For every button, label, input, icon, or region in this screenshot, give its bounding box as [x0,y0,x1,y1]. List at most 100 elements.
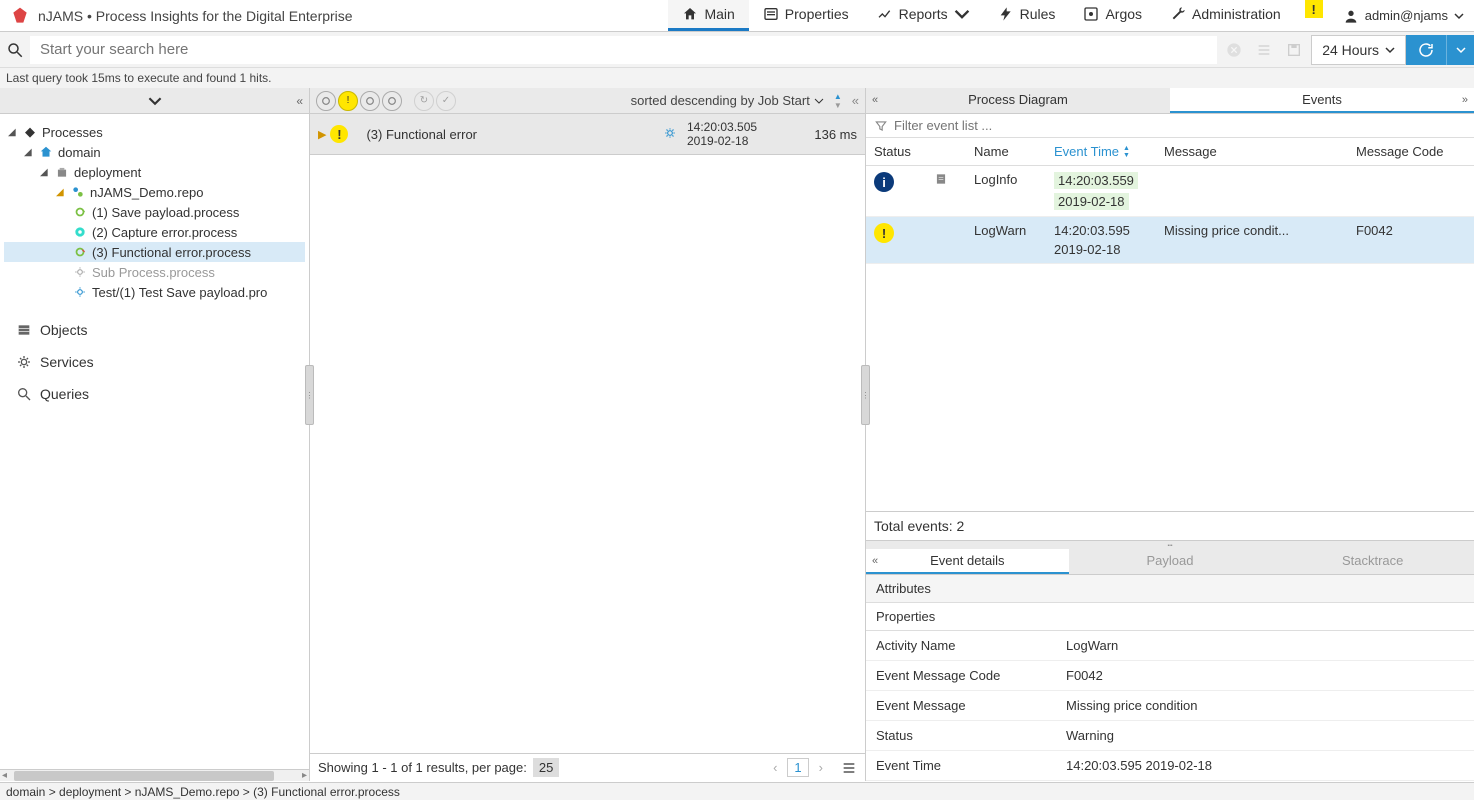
objects-icon [16,322,32,338]
search-icon [16,386,32,402]
sidebar-objects[interactable]: Objects [4,314,305,346]
tree-process-2[interactable]: (2) Capture error.process [4,222,305,242]
header-message-code[interactable]: Message Code [1356,144,1466,159]
current-page[interactable]: 1 [787,758,808,777]
scrollbar-thumb[interactable] [14,771,274,781]
horizontal-scrollbar[interactable]: ◂ ▸ [0,769,309,781]
header-message[interactable]: Message [1164,144,1356,159]
collapse-center-button[interactable]: « [852,93,859,108]
process-warning-icon [72,244,88,260]
warning-status-icon: ! [874,223,894,243]
tab-stacktrace[interactable]: Stacktrace [1271,549,1474,574]
search-input[interactable] [30,36,1217,64]
prev-page-button[interactable]: ‹ [769,760,781,775]
refresh-button[interactable] [1406,35,1446,65]
user-icon [1343,8,1359,24]
chevron-down-icon[interactable] [148,94,162,108]
menu-icon[interactable] [841,760,857,776]
page-size-selector[interactable]: 25 [533,758,559,777]
chart-icon [877,6,893,22]
tree-process-4[interactable]: Sub Process.process [4,262,305,282]
search-icon [0,41,30,59]
package-icon [54,164,70,180]
tree-deployment[interactable]: ◢ deployment [4,162,305,182]
info-status-icon: i [874,172,894,192]
bolt-icon [998,6,1014,22]
filter-all-button[interactable] [316,91,336,111]
brand-title: nJAMS • Process Insights for the Digital… [38,8,353,24]
nav-administration[interactable]: Administration [1156,0,1295,31]
nav-properties[interactable]: Properties [749,0,863,31]
save-query-button[interactable] [1281,37,1307,63]
tab-payload[interactable]: Payload [1069,549,1272,574]
expander-icon[interactable]: ◢ [24,147,34,158]
filter-warning-button[interactable]: ! [338,91,358,111]
expand-icon[interactable]: » [1462,94,1468,106]
sort-direction-toggle[interactable]: ▲▼ [834,92,842,110]
header-status[interactable]: Status [874,144,974,159]
nav-main[interactable]: Main [668,0,748,31]
expand-icon[interactable]: ▶ [318,128,326,141]
splitter-handle[interactable]: ┅ [866,541,1474,549]
filter-stop-button[interactable] [382,91,402,111]
tab-process-diagram[interactable]: « Process Diagram [866,88,1170,113]
header-event-time[interactable]: Event Time▲▼ [1054,144,1164,159]
sidebar-queries[interactable]: Queries [4,378,305,410]
nav-reports[interactable]: Reports [863,0,984,31]
job-row[interactable]: ▶ ! (3) Functional error 14:20:03.505201… [310,114,865,155]
gear-icon [72,284,88,300]
sidebar-services[interactable]: Services [4,346,305,378]
section-properties[interactable]: Properties [866,603,1474,631]
filter-success-button[interactable]: ✓ [436,91,456,111]
expander-icon[interactable]: ◢ [8,127,18,138]
tree-processes[interactable]: ◢ ◆ Processes [4,122,305,142]
tree-process-1[interactable]: (1) Save payload.process [4,202,305,222]
next-page-button[interactable]: › [815,760,827,775]
alert-badge[interactable]: ! [1305,0,1323,18]
filter-icon [874,119,888,133]
resize-handle[interactable]: ⋮ [861,365,870,425]
tree-domain[interactable]: ◢ domain [4,142,305,162]
tab-event-details[interactable]: « Event details [866,549,1069,574]
event-row[interactable]: i LogInfo 14:20:03.559 2019-02-18 [866,166,1474,217]
gear-icon[interactable] [663,126,677,143]
tree-process-3[interactable]: (3) Functional error.process [4,242,305,262]
tree-process-5[interactable]: Test/(1) Test Save payload.pro [4,282,305,302]
chevron-down-icon [954,6,970,22]
header-name[interactable]: Name [974,144,1054,159]
tree-repo[interactable]: ◢ nJAMS_Demo.repo [4,182,305,202]
collapse-icon[interactable]: « [872,555,878,567]
sort-dropdown[interactable]: sorted descending by Job Start [631,93,824,108]
collapse-icon[interactable]: « [872,94,878,106]
nav-argos[interactable]: Argos [1069,0,1156,31]
sidebar-header: « [0,88,309,114]
query-info: Last query took 15ms to execute and foun… [0,68,1474,88]
chevron-down-icon [814,96,824,106]
process-icon [72,204,88,220]
event-time-cell: 14:20:03.559 2019-02-18 [1054,172,1164,210]
job-timestamp: 14:20:03.5052019-02-18 [687,120,797,148]
refresh-menu-button[interactable] [1446,35,1474,65]
breadcrumb: domain > deployment > nJAMS_Demo.repo > … [0,782,1474,800]
home-icon [38,144,54,160]
tab-events[interactable]: Events » [1170,88,1474,113]
filter-running-button[interactable]: ↻ [414,91,434,111]
filter-error-button[interactable] [360,91,380,111]
nav-rules[interactable]: Rules [984,0,1070,31]
brand: nJAMS • Process Insights for the Digital… [0,6,363,26]
processes-icon: ◆ [22,124,38,140]
time-range-dropdown[interactable]: 24 Hours [1311,35,1406,65]
expander-icon[interactable]: ◢ [56,187,66,198]
collapse-sidebar-button[interactable]: « [296,94,303,108]
detail-row: Event MessageMissing price condition [866,691,1474,721]
gear-icon [72,264,88,280]
section-attributes[interactable]: Attributes [866,575,1474,603]
user-menu[interactable]: admin@njams [1333,0,1474,31]
repo-icon [70,184,86,200]
event-row[interactable]: ! LogWarn 14:20:03.595 2019-02-18 Missin… [866,217,1474,264]
list-view-button[interactable] [1251,37,1277,63]
expander-icon[interactable]: ◢ [40,167,50,178]
event-filter-input[interactable] [894,118,1466,133]
clear-search-button[interactable] [1221,37,1247,63]
job-duration: 136 ms [797,127,857,142]
